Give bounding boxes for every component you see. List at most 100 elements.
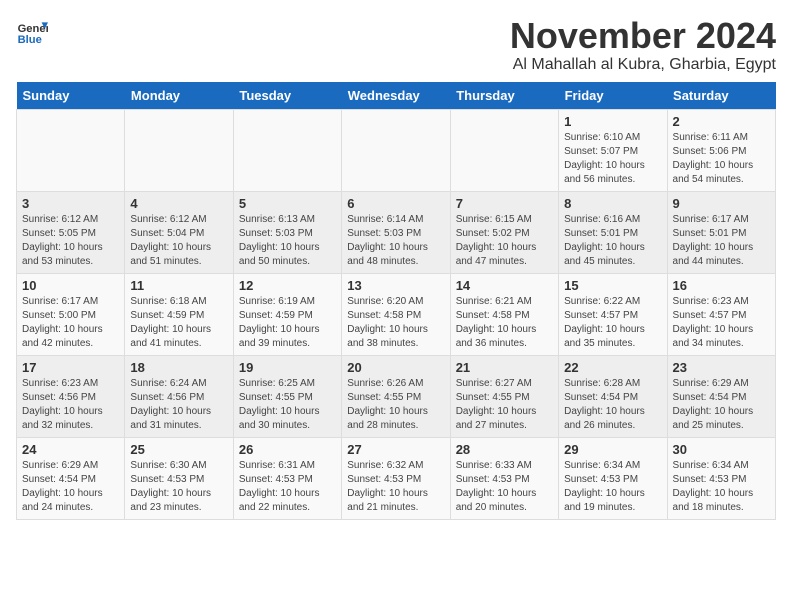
- calendar-cell: 5 Sunrise: 6:13 AM Sunset: 5:03 PM Daylig…: [233, 191, 341, 273]
- day-info: Sunrise: 6:22 AM Sunset: 4:57 PM Dayligh…: [564, 295, 661, 351]
- calendar-cell: 17 Sunrise: 6:23 AM Sunset: 4:56 PM Dayli…: [17, 355, 125, 437]
- day-number: 1: [564, 114, 661, 129]
- calendar-cell: 21Sunrise: 6:27 AM Sunset: 4:55 PM Dayli…: [450, 355, 558, 437]
- day-info: Sunrise: 6:29 AM Sunset: 4:54 PM Dayligh…: [673, 377, 770, 433]
- calendar-week-5: 24 Sunrise: 6:29 AM Sunset: 4:54 PM Dayli…: [17, 437, 776, 519]
- calendar-week-1: 1 Sunrise: 6:10 AM Sunset: 5:07 PM Daylig…: [17, 109, 776, 191]
- day-number: 17: [22, 360, 119, 375]
- day-number: 28: [456, 442, 553, 457]
- calendar-week-4: 17 Sunrise: 6:23 AM Sunset: 4:56 PM Dayli…: [17, 355, 776, 437]
- day-number: 5: [239, 196, 336, 211]
- day-number: 2: [673, 114, 770, 129]
- calendar-table: SundayMondayTuesdayWednesdayThursdayFrid…: [16, 82, 776, 520]
- calendar-cell: 20 Sunrise: 6:26 AM Sunset: 4:55 PM Dayli…: [342, 355, 450, 437]
- calendar-cell: 8 Sunrise: 6:16 AM Sunset: 5:01 PM Daylig…: [559, 191, 667, 273]
- calendar-cell: 24 Sunrise: 6:29 AM Sunset: 4:54 PM Dayli…: [17, 437, 125, 519]
- calendar-cell: 19 Sunrise: 6:25 AM Sunset: 4:55 PM Dayli…: [233, 355, 341, 437]
- day-info: Sunrise: 6:33 AM Sunset: 4:53 PM Dayligh…: [456, 459, 553, 515]
- day-info: Sunrise: 6:14 AM Sunset: 5:03 PM Dayligh…: [347, 213, 444, 269]
- day-number: 18: [130, 360, 227, 375]
- calendar-cell: 11Sunrise: 6:18 AM Sunset: 4:59 PM Dayli…: [125, 273, 233, 355]
- day-info: Sunrise: 6:18 AM Sunset: 4:59 PM Dayligh…: [130, 295, 227, 351]
- day-number: 13: [347, 278, 444, 293]
- day-info: Sunrise: 6:20 AM Sunset: 4:58 PM Dayligh…: [347, 295, 444, 351]
- header-thursday: Thursday: [450, 82, 558, 110]
- day-number: 8: [564, 196, 661, 211]
- day-info: Sunrise: 6:17 AM Sunset: 5:00 PM Dayligh…: [22, 295, 119, 351]
- day-info: Sunrise: 6:26 AM Sunset: 4:55 PM Dayligh…: [347, 377, 444, 433]
- header-sunday: Sunday: [17, 82, 125, 110]
- calendar-cell: [17, 109, 125, 191]
- day-number: 19: [239, 360, 336, 375]
- calendar-cell: 27 Sunrise: 6:32 AM Sunset: 4:53 PM Dayli…: [342, 437, 450, 519]
- day-info: Sunrise: 6:30 AM Sunset: 4:53 PM Dayligh…: [130, 459, 227, 515]
- calendar-cell: 29Sunrise: 6:34 AM Sunset: 4:53 PM Dayli…: [559, 437, 667, 519]
- day-info: Sunrise: 6:16 AM Sunset: 5:01 PM Dayligh…: [564, 213, 661, 269]
- month-title: November 2024: [510, 16, 776, 56]
- day-number: 30: [673, 442, 770, 457]
- calendar-cell: 14 Sunrise: 6:21 AM Sunset: 4:58 PM Dayli…: [450, 273, 558, 355]
- day-info: Sunrise: 6:21 AM Sunset: 4:58 PM Dayligh…: [456, 295, 553, 351]
- day-number: 10: [22, 278, 119, 293]
- calendar-week-3: 10 Sunrise: 6:17 AM Sunset: 5:00 PM Dayli…: [17, 273, 776, 355]
- calendar-cell: 12 Sunrise: 6:19 AM Sunset: 4:59 PM Dayli…: [233, 273, 341, 355]
- calendar-cell: [125, 109, 233, 191]
- logo: General Blue: [16, 16, 48, 48]
- day-number: 22: [564, 360, 661, 375]
- calendar-title-area: November 2024 Al Mahallah al Kubra, Ghar…: [510, 16, 776, 74]
- day-number: 15: [564, 278, 661, 293]
- day-number: 9: [673, 196, 770, 211]
- day-number: 4: [130, 196, 227, 211]
- day-number: 20: [347, 360, 444, 375]
- calendar-cell: 4 Sunrise: 6:12 AM Sunset: 5:04 PM Daylig…: [125, 191, 233, 273]
- header-tuesday: Tuesday: [233, 82, 341, 110]
- header-wednesday: Wednesday: [342, 82, 450, 110]
- calendar-header-row: SundayMondayTuesdayWednesdayThursdayFrid…: [17, 82, 776, 110]
- day-info: Sunrise: 6:17 AM Sunset: 5:01 PM Dayligh…: [673, 213, 770, 269]
- day-number: 6: [347, 196, 444, 211]
- day-info: Sunrise: 6:23 AM Sunset: 4:57 PM Dayligh…: [673, 295, 770, 351]
- calendar-cell: [450, 109, 558, 191]
- day-info: Sunrise: 6:27 AM Sunset: 4:55 PM Dayligh…: [456, 377, 553, 433]
- header-saturday: Saturday: [667, 82, 775, 110]
- calendar-cell: 22 Sunrise: 6:28 AM Sunset: 4:54 PM Dayli…: [559, 355, 667, 437]
- header-monday: Monday: [125, 82, 233, 110]
- header-friday: Friday: [559, 82, 667, 110]
- calendar-body: 1 Sunrise: 6:10 AM Sunset: 5:07 PM Daylig…: [17, 109, 776, 519]
- day-info: Sunrise: 6:15 AM Sunset: 5:02 PM Dayligh…: [456, 213, 553, 269]
- calendar-cell: 25 Sunrise: 6:30 AM Sunset: 4:53 PM Dayli…: [125, 437, 233, 519]
- day-info: Sunrise: 6:19 AM Sunset: 4:59 PM Dayligh…: [239, 295, 336, 351]
- day-info: Sunrise: 6:25 AM Sunset: 4:55 PM Dayligh…: [239, 377, 336, 433]
- day-number: 14: [456, 278, 553, 293]
- day-number: 3: [22, 196, 119, 211]
- day-number: 24: [22, 442, 119, 457]
- calendar-cell: 3 Sunrise: 6:12 AM Sunset: 5:05 PM Daylig…: [17, 191, 125, 273]
- day-info: Sunrise: 6:32 AM Sunset: 4:53 PM Dayligh…: [347, 459, 444, 515]
- calendar-cell: 15 Sunrise: 6:22 AM Sunset: 4:57 PM Dayli…: [559, 273, 667, 355]
- calendar-cell: 7 Sunrise: 6:15 AM Sunset: 5:02 PM Daylig…: [450, 191, 558, 273]
- day-number: 23: [673, 360, 770, 375]
- day-info: Sunrise: 6:29 AM Sunset: 4:54 PM Dayligh…: [22, 459, 119, 515]
- day-info: Sunrise: 6:34 AM Sunset: 4:53 PM Dayligh…: [673, 459, 770, 515]
- svg-text:Blue: Blue: [18, 34, 42, 46]
- calendar-cell: 2Sunrise: 6:11 AM Sunset: 5:06 PM Daylig…: [667, 109, 775, 191]
- day-info: Sunrise: 6:28 AM Sunset: 4:54 PM Dayligh…: [564, 377, 661, 433]
- day-number: 27: [347, 442, 444, 457]
- calendar-cell: 18Sunrise: 6:24 AM Sunset: 4:56 PM Dayli…: [125, 355, 233, 437]
- page-header: General Blue November 2024 Al Mahallah a…: [16, 16, 776, 74]
- day-number: 25: [130, 442, 227, 457]
- calendar-cell: [233, 109, 341, 191]
- day-number: 16: [673, 278, 770, 293]
- calendar-cell: 23 Sunrise: 6:29 AM Sunset: 4:54 PM Dayli…: [667, 355, 775, 437]
- day-number: 12: [239, 278, 336, 293]
- calendar-week-2: 3 Sunrise: 6:12 AM Sunset: 5:05 PM Daylig…: [17, 191, 776, 273]
- day-info: Sunrise: 6:12 AM Sunset: 5:05 PM Dayligh…: [22, 213, 119, 269]
- day-info: Sunrise: 6:13 AM Sunset: 5:03 PM Dayligh…: [239, 213, 336, 269]
- day-info: Sunrise: 6:31 AM Sunset: 4:53 PM Dayligh…: [239, 459, 336, 515]
- day-info: Sunrise: 6:23 AM Sunset: 4:56 PM Dayligh…: [22, 377, 119, 433]
- day-info: Sunrise: 6:12 AM Sunset: 5:04 PM Dayligh…: [130, 213, 227, 269]
- calendar-cell: 28 Sunrise: 6:33 AM Sunset: 4:53 PM Dayli…: [450, 437, 558, 519]
- day-info: Sunrise: 6:10 AM Sunset: 5:07 PM Dayligh…: [564, 131, 661, 187]
- calendar-cell: [342, 109, 450, 191]
- day-number: 7: [456, 196, 553, 211]
